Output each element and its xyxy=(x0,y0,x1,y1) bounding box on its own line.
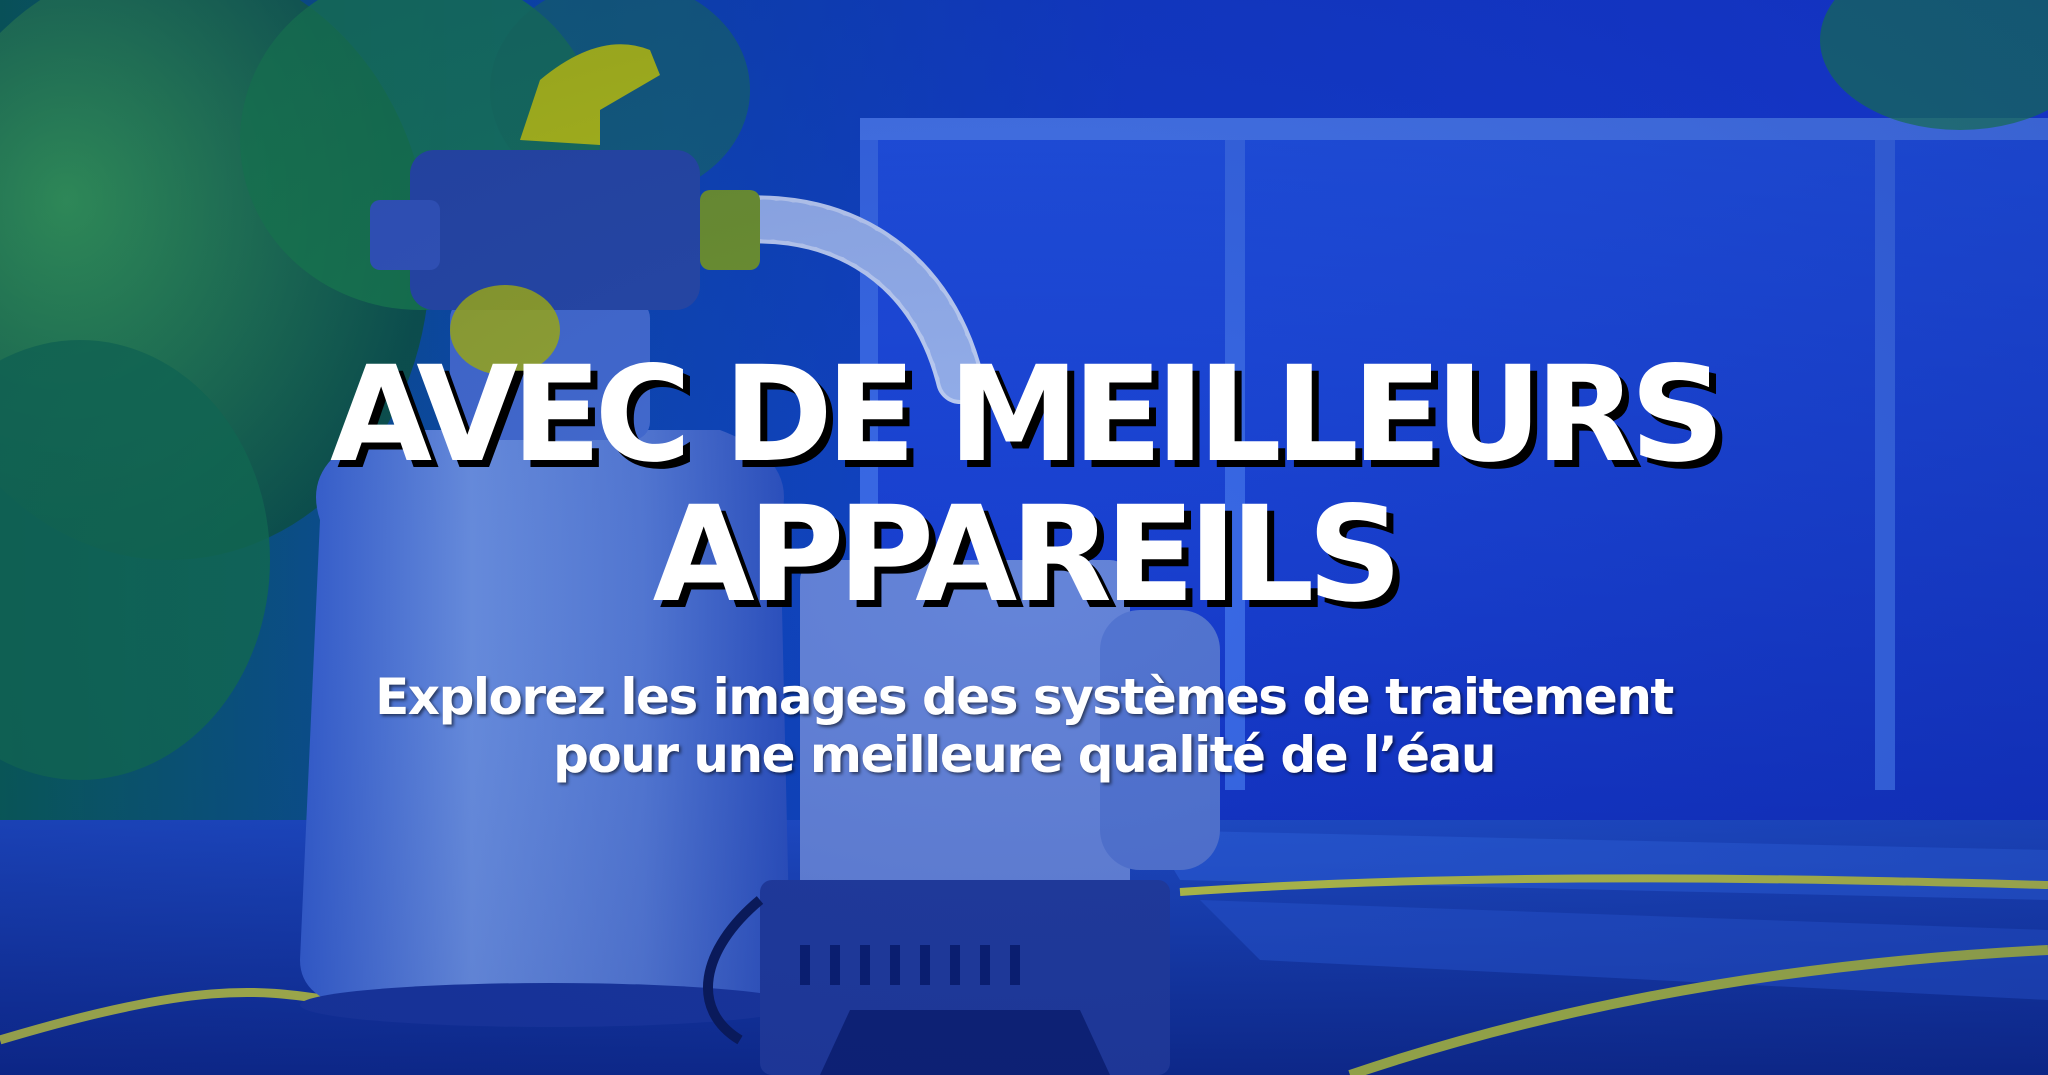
headline-line-1: AVEC DE MEILLEURS xyxy=(330,338,1725,492)
headline-line-2: APPAREILS xyxy=(652,478,1403,632)
subtitle-line-1: Explorez les images des systèmes de trai… xyxy=(375,668,1674,726)
headline: AVEC DE MEILLEURS APPAREILS xyxy=(0,345,2048,625)
subtitle: Explorez les images des systèmes de trai… xyxy=(0,668,2048,784)
subtitle-line-2: pour une meilleure qualité de l’éau xyxy=(553,726,1496,784)
